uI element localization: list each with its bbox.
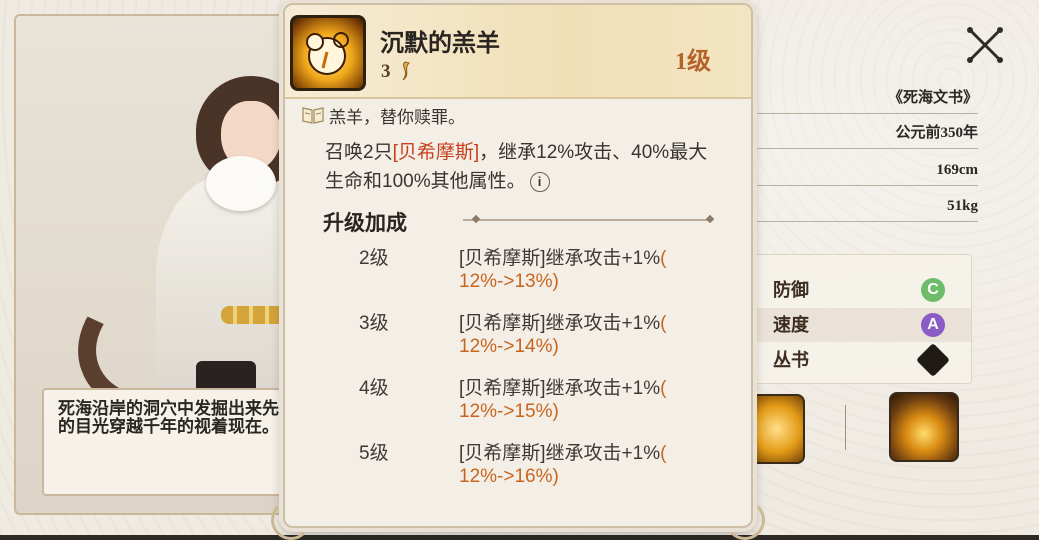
skill-thumb-stone[interactable] (889, 392, 959, 462)
character-description-text: 死海沿岸的洞穴中发掘出来先知的目光穿越千年的视着现在。 (58, 399, 296, 436)
upgrade-text: [贝希摩斯]继承攻击+1%( (459, 243, 666, 270)
stat-row-defense: 防御 C (753, 273, 971, 307)
lamb-skill-icon (290, 15, 366, 91)
upgrade-text: [贝希摩斯]继承攻击+1%( (459, 308, 666, 335)
upgrade-row: 2级 [贝希摩斯]继承攻击+1%( 12%->13%) (285, 243, 751, 303)
info-row-value: 《死海文书》 (887, 90, 978, 106)
info-row-height: 169cm (752, 155, 978, 186)
info-row-weight: 51kg (752, 191, 978, 222)
stat-row-speed: 速度 A (753, 308, 971, 342)
skill-effect: 召唤2只[贝希摩斯]，继承12%攻击、40%最大生命和100%其他属性。 i (325, 138, 725, 196)
skill-tooltip-popup: 沉默的羔羊 3 1级 羔羊，替你赎罪。 召唤2只[贝希摩斯]，继承12%攻击、4… (271, 3, 765, 540)
upgrade-paren: ( (660, 248, 667, 269)
upgrade-row: 5级 [贝希摩斯]继承攻击+1%( 12%->16%) (285, 438, 751, 498)
skill-header: 沉默的羔羊 3 1级 (285, 5, 751, 99)
skill-name: 沉默的羔羊 (380, 31, 500, 57)
upgrade-text-main: [贝希摩斯]继承攻击+1% (459, 248, 661, 269)
info-row-era: 公元前350年 (752, 118, 978, 149)
info-icon[interactable]: i (529, 171, 550, 192)
upgrade-change: 12%->15%) (459, 401, 559, 422)
upgrade-paren: ( (660, 313, 667, 334)
skill-divider (845, 405, 846, 450)
summon-name-link[interactable]: [贝希摩斯] (393, 142, 480, 163)
upgrade-change: 12%->13%) (459, 271, 559, 292)
grade-a-icon: A (921, 313, 945, 337)
upgrade-change: 12%->14%) (459, 336, 559, 357)
grade-c-icon: C (921, 278, 945, 302)
upgrade-row: 4级 [贝希摩斯]继承攻击+1%( 12%->15%) (285, 373, 751, 433)
info-row-value: 51kg (947, 198, 978, 214)
stat-label: 丛书 (773, 350, 809, 370)
skill-flavor-text: 羔羊，替你赎罪。 (329, 108, 465, 127)
info-row-value: 169cm (936, 162, 978, 178)
upgrade-row: 3级 [贝希摩斯]继承攻击+1%( 12%->14%) (285, 308, 751, 368)
upgrade-divider (463, 219, 713, 221)
upgrade-paren: ( (660, 378, 667, 399)
skill-level: 1级 (675, 49, 711, 75)
upgrade-text: [贝希摩斯]继承攻击+1%( (459, 438, 666, 465)
upgrade-text-main: [贝希摩斯]继承攻击+1% (459, 443, 661, 464)
upgrade-text-main: [贝希摩斯]继承攻击+1% (459, 378, 661, 399)
stat-label: 防御 (773, 280, 809, 300)
character-description: 死海沿岸的洞穴中发掘出来先知的目光穿越千年的视着现在。 (42, 388, 312, 496)
energy-icon (396, 61, 414, 81)
stats-panel: 防御 C 速度 A 丛书 (752, 254, 972, 384)
upgrade-text-main: [贝希摩斯]继承攻击+1% (459, 313, 661, 334)
upgrade-change: 12%->16%) (459, 466, 559, 487)
book-icon (301, 105, 325, 125)
upgrade-section-title: 升级加成 (323, 211, 407, 235)
effect-text-pre: 召唤2只 (325, 142, 393, 163)
upgrade-level: 5级 (359, 443, 389, 464)
stat-label: 速度 (773, 315, 809, 335)
upgrade-text: [贝希摩斯]继承攻击+1%( (459, 373, 666, 400)
upgrade-level: 3级 (359, 313, 389, 334)
info-row-book: 《死海文书》 (752, 83, 978, 114)
upgrade-level: 2级 (359, 248, 389, 269)
upgrade-level: 4级 (359, 378, 389, 399)
upgrade-paren: ( (660, 443, 667, 464)
lamb-illustration (206, 156, 276, 211)
info-row-value: 公元前350年 (895, 125, 978, 141)
close-icon[interactable] (964, 24, 1006, 66)
series-emblem-icon (916, 343, 950, 377)
stat-row-series: 丛书 (753, 343, 971, 377)
skill-cost: 3 (381, 61, 391, 82)
